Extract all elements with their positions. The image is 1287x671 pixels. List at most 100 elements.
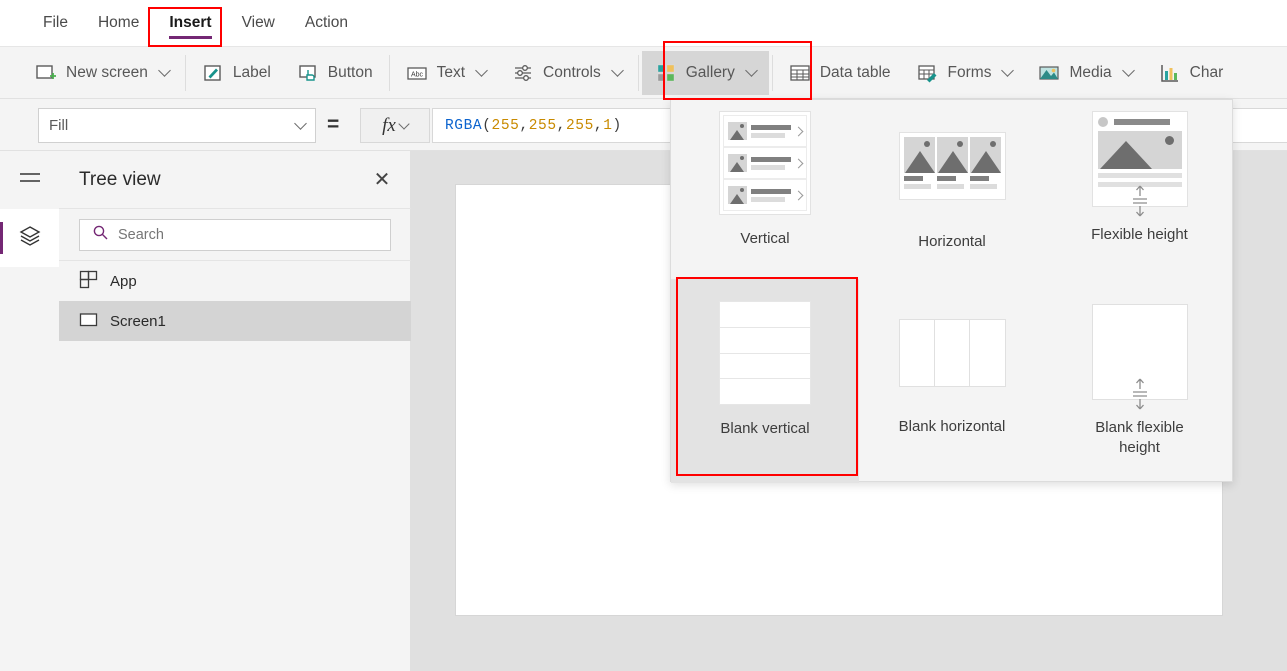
gallery-option-label: Blank horizontal — [898, 418, 1006, 435]
controls-icon — [512, 62, 534, 84]
tree-item-screen1[interactable]: Screen1 — [59, 301, 411, 341]
resize-handle-icon — [1128, 182, 1152, 220]
ribbon-charts[interactable]: Char — [1146, 51, 1237, 95]
property-select-value: Fill — [49, 117, 69, 134]
ribbon-data-table[interactable]: Data table — [776, 51, 904, 95]
ribbon-label-text: Label — [232, 63, 271, 81]
gallery-option-label: Flexible height — [1091, 226, 1188, 243]
blank-vertical-gallery-thumbnail — [719, 301, 811, 405]
ribbon-controls[interactable]: Controls — [499, 51, 635, 95]
fx-label: fx — [382, 114, 396, 136]
formula-function-name: RGBA — [445, 117, 483, 134]
formula-arg: 255 — [565, 117, 594, 134]
chevron-down-icon — [398, 118, 410, 130]
menu-item-label: Insert — [169, 14, 212, 31]
ribbon-divider — [184, 54, 186, 91]
chevron-down-icon — [157, 64, 171, 77]
chevron-down-icon — [1001, 64, 1015, 77]
ribbon-label[interactable]: Label — [189, 51, 284, 95]
gallery-option-blank-horizontal[interactable]: Blank horizontal — [859, 279, 1045, 483]
ribbon-label-text: Button — [327, 63, 373, 81]
flexible-height-gallery-thumbnail — [1091, 111, 1188, 217]
ribbon-gallery[interactable]: Gallery — [641, 50, 769, 95]
gallery-option-horizontal[interactable]: Horizontal — [859, 100, 1045, 279]
formula-arg: 1 — [603, 117, 613, 134]
ribbon-label-text: Data table — [819, 63, 891, 81]
ribbon-label-text: Media — [1069, 63, 1112, 81]
ribbon-label-text: Char — [1189, 63, 1224, 81]
gallery-option-vertical[interactable]: Vertical — [671, 100, 859, 279]
rail-selection-indicator — [0, 222, 3, 254]
screen-icon — [79, 310, 98, 333]
svg-text:Abc: Abc — [411, 71, 424, 78]
menu-bar: File Home Insert View Action — [0, 0, 1287, 47]
menu-item-label: View — [241, 14, 275, 31]
tree-view-panel: Tree view ✕ Search App Screen1 — [59, 151, 411, 671]
tree-view-header: Tree view ✕ — [59, 151, 411, 209]
gallery-option-label: Horizontal — [918, 233, 986, 250]
formula-close-paren: ) — [612, 117, 622, 134]
menu-item-home[interactable]: Home — [83, 0, 154, 47]
tree-item-label: Screen1 — [110, 312, 166, 330]
formula-separator: , — [593, 117, 604, 134]
menu-item-label: Action — [304, 14, 348, 31]
button-icon — [297, 62, 319, 84]
resize-handle-icon — [1128, 375, 1152, 413]
formula-separator: , — [519, 117, 529, 134]
search-input[interactable]: Search — [79, 218, 391, 251]
equals-sign: = — [327, 113, 340, 136]
gallery-flyout-menu: Vertical Horizontal Flexible height Blan… — [670, 99, 1234, 483]
menu-item-action[interactable]: Action — [290, 0, 363, 47]
ribbon-new-screen[interactable]: New screen — [22, 51, 182, 95]
insert-ribbon: New screen Label Button Abc Text Control… — [0, 47, 1287, 99]
tree-view-search-wrap: Search — [59, 209, 411, 261]
horizontal-gallery-thumbnail — [898, 132, 1006, 200]
blank-horizontal-gallery-thumbnail — [898, 319, 1006, 387]
ribbon-button[interactable]: Button — [284, 51, 386, 95]
search-placeholder: Search — [118, 226, 164, 243]
ribbon-label-text: Text — [436, 63, 466, 81]
charts-icon — [1159, 62, 1181, 84]
gallery-options-grid: Vertical Horizontal Flexible height Blan… — [671, 100, 1234, 483]
tree-item-app[interactable]: App — [59, 261, 411, 301]
formula-arg: 255 — [528, 117, 557, 134]
ribbon-media[interactable]: Media — [1025, 51, 1145, 95]
menu-item-label: Home — [97, 14, 140, 31]
media-icon — [1038, 62, 1060, 84]
formula-open-paren: ( — [482, 117, 492, 134]
gallery-option-label: Blank vertical — [720, 420, 810, 437]
forms-icon — [917, 62, 939, 84]
chevron-down-icon — [1121, 64, 1135, 77]
power-apps-studio: File Home Insert View Action New screen — [0, 0, 1287, 671]
text-icon: Abc — [406, 62, 428, 84]
chevron-down-icon — [475, 64, 488, 77]
ribbon-text[interactable]: Abc Text — [393, 51, 499, 95]
menu-item-file[interactable]: File — [28, 0, 83, 47]
gallery-option-blank-vertical[interactable]: Blank vertical — [671, 279, 859, 483]
data-table-icon — [789, 62, 811, 84]
blank-flexible-height-gallery-thumbnail — [1091, 304, 1188, 410]
new-screen-icon — [35, 62, 57, 84]
chevron-down-icon — [610, 64, 624, 77]
ribbon-label-text: Gallery — [685, 63, 735, 81]
layers-icon — [18, 224, 42, 253]
gallery-option-label: Vertical — [740, 230, 790, 247]
hamburger-menu-button[interactable] — [0, 151, 59, 209]
property-select[interactable]: Fill — [38, 108, 316, 143]
close-icon[interactable]: ✕ — [369, 167, 395, 193]
hamburger-icon — [18, 169, 42, 192]
left-rail — [0, 151, 59, 671]
menu-item-view[interactable]: View — [227, 0, 290, 47]
label-icon — [202, 62, 224, 84]
chevron-down-icon — [744, 64, 758, 77]
gallery-option-flexible-height[interactable]: Flexible height — [1045, 100, 1234, 279]
ribbon-forms[interactable]: Forms — [904, 51, 1026, 95]
ribbon-divider — [771, 54, 773, 91]
ribbon-label-text: Controls — [543, 63, 601, 81]
tree-view-rail-button[interactable] — [0, 209, 59, 267]
fx-button[interactable]: fx — [360, 108, 430, 143]
active-tab-underline — [169, 35, 212, 39]
ribbon-label: New screen — [66, 63, 148, 81]
gallery-option-blank-flexible-height[interactable]: Blank flexible height — [1045, 279, 1234, 483]
menu-item-insert[interactable]: Insert — [154, 0, 226, 47]
